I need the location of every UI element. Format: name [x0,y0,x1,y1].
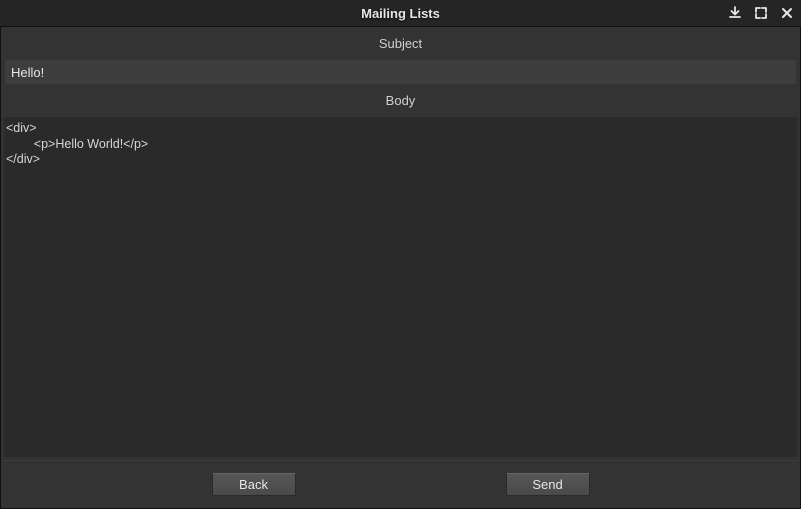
titlebar-actions [727,0,795,26]
download-icon[interactable] [727,5,743,21]
maximize-icon[interactable] [753,5,769,21]
window-title: Mailing Lists [361,6,440,21]
body-label: Body [1,84,800,117]
content-area: Subject Body Back Send [0,27,801,509]
back-button[interactable]: Back [212,473,296,496]
subject-label: Subject [1,27,800,60]
button-row: Back Send [1,460,800,508]
subject-input[interactable] [5,60,796,84]
send-button[interactable]: Send [506,473,590,496]
close-icon[interactable] [779,5,795,21]
titlebar: Mailing Lists [0,0,801,27]
body-textarea[interactable] [4,117,797,457]
